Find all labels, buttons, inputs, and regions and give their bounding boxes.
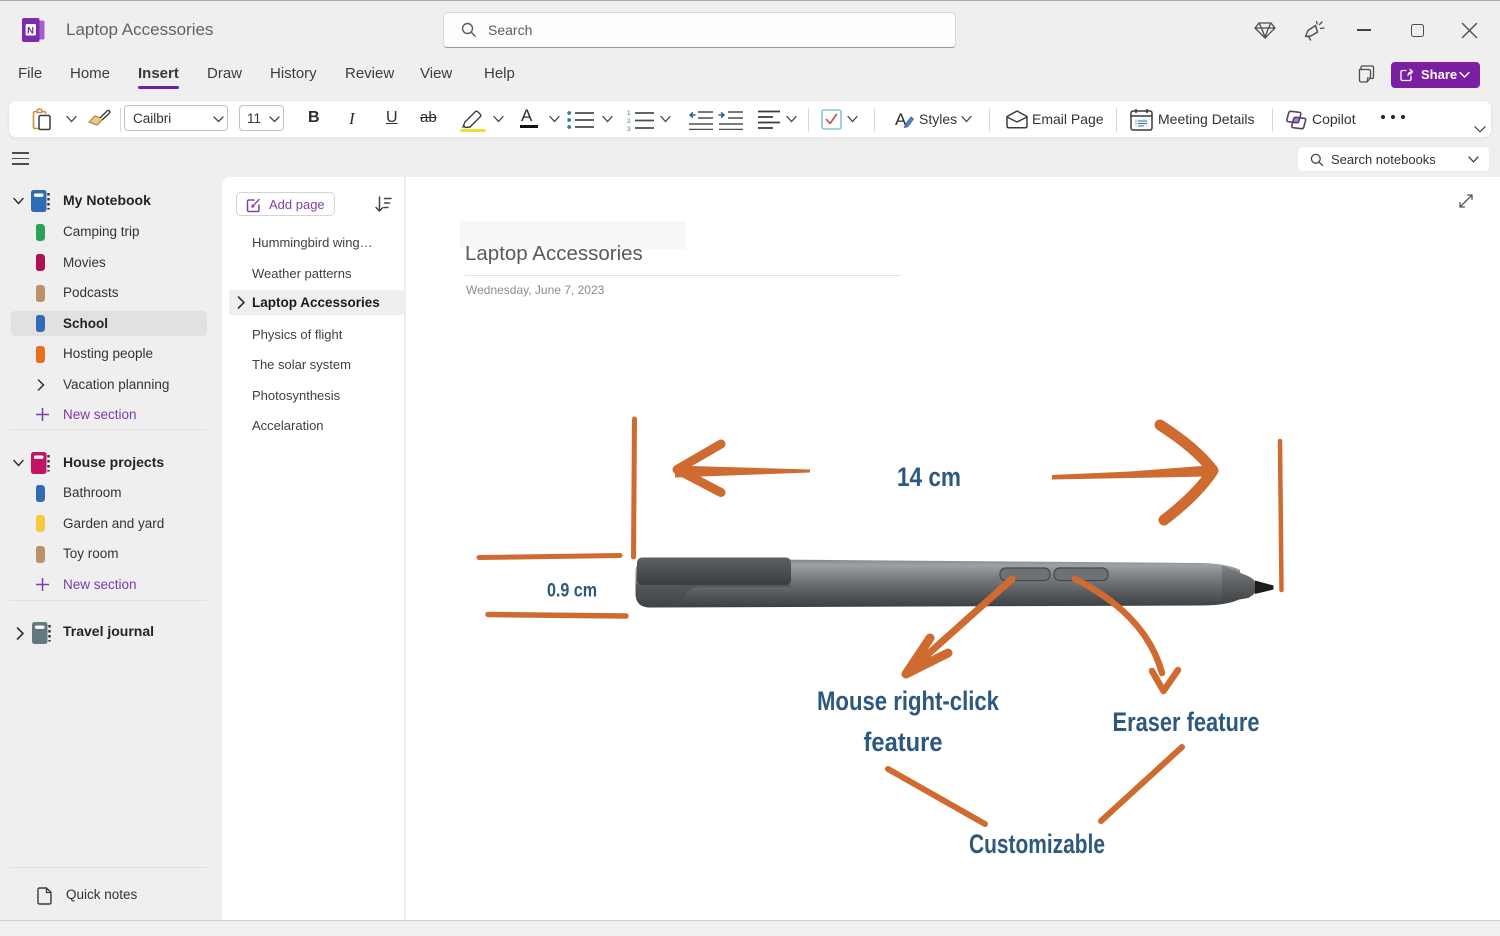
svg-text:1: 1 [627, 110, 631, 117]
svg-text:Mouse right-click: Mouse right-click [817, 686, 1000, 716]
svg-text:Customizable: Customizable [969, 829, 1105, 859]
svg-text:Eraser feature: Eraser feature [1113, 707, 1260, 737]
svg-text:3: 3 [627, 126, 631, 131]
svg-text:N: N [27, 25, 34, 36]
svg-text:2: 2 [627, 118, 631, 125]
svg-text:feature: feature [864, 727, 943, 757]
svg-text:0.9 cm: 0.9 cm [547, 581, 597, 602]
svg-text:14 cm: 14 cm [897, 462, 961, 492]
